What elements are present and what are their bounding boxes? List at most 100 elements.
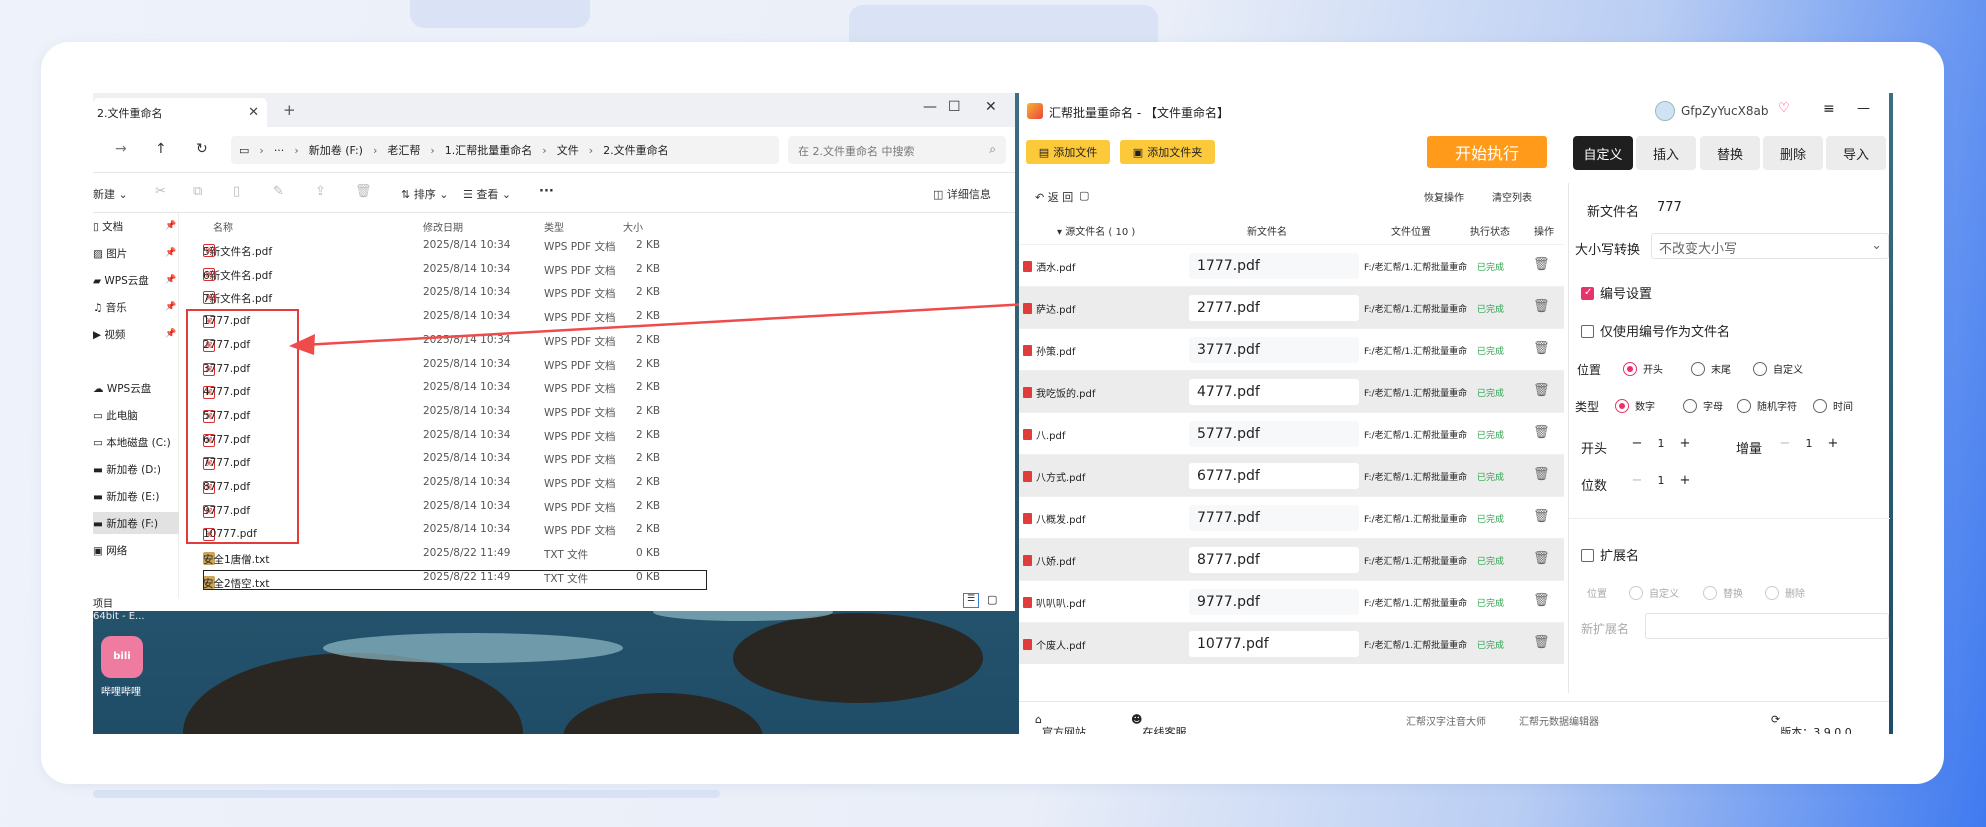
pos-custom-radio[interactable]: 自定义 (1753, 361, 1803, 376)
pinyin-link[interactable]: 汇帮汉字注音大师 (1406, 713, 1486, 728)
tab-delete[interactable]: 删除 (1763, 136, 1823, 170)
ext-delete-radio[interactable]: 删除 (1765, 585, 1805, 600)
ext-pos-label: 位置 (1587, 589, 1607, 600)
ext-label: 扩展名 (1600, 549, 1640, 564)
table-row[interactable]: 八概发.pdf 7777.pdf F:/老汇帮/1.汇帮批量重命 已完成 🗑 (1019, 496, 1564, 538)
new-name-cell[interactable]: 7777.pdf (1189, 505, 1359, 531)
digits-stepper[interactable]: −1 + (1625, 473, 1697, 488)
minimize-icon[interactable]: — (1857, 101, 1870, 116)
trash-icon[interactable]: 🗑 (1533, 341, 1550, 356)
type-letter-radio[interactable]: 字母 (1683, 398, 1723, 413)
service-link[interactable]: ☻ 在线客服 (1131, 713, 1186, 734)
version-text: ⟳ 版本：3.9.0.0 (1771, 713, 1852, 734)
avatar[interactable] (1655, 101, 1675, 121)
trash-icon[interactable]: 🗑 (1533, 509, 1550, 524)
pdf-file-icon (1023, 597, 1032, 608)
back-button[interactable]: ↶ 返 回 (1035, 189, 1073, 205)
trash-icon[interactable]: 🗑 (1533, 635, 1550, 650)
pdf-file-icon (1023, 345, 1032, 356)
trash-icon[interactable]: 🗑 (1533, 257, 1550, 272)
table-row[interactable]: 孙策.pdf 3777.pdf F:/老汇帮/1.汇帮批量重命 已完成 🗑 (1019, 328, 1564, 370)
radio (1629, 586, 1643, 600)
ext-replace-radio[interactable]: 替换 (1703, 585, 1743, 600)
new-name-cell[interactable]: 6777.pdf (1189, 463, 1359, 489)
checkbox (1581, 549, 1594, 562)
tab-replace[interactable]: 替换 (1700, 136, 1760, 170)
inc-stepper[interactable]: −1 + (1773, 436, 1845, 451)
new-name-cell[interactable]: 2777.pdf (1189, 295, 1359, 321)
trash-icon[interactable]: 🗑 (1533, 425, 1550, 440)
tab-insert[interactable]: 插入 (1636, 136, 1696, 170)
table-row[interactable]: 八娇.pdf 8777.pdf F:/老汇帮/1.汇帮批量重命 已完成 🗑 (1019, 538, 1564, 580)
username[interactable]: GfpZyYucX8ab (1681, 104, 1768, 118)
col-status: 执行状态 (1470, 227, 1510, 238)
rename-grid: 洒水.pdf 1777.pdf F:/老汇帮/1.汇帮批量重命 已完成 🗑 萨达.pdf 2… (1019, 244, 1564, 664)
trash-icon[interactable]: 🗑 (1533, 467, 1550, 482)
table-row[interactable]: 个废人.pdf 10777.pdf F:/老汇帮/1.汇帮批量重命 已完成 🗑 (1019, 622, 1564, 664)
table-row[interactable]: 八.pdf 5777.pdf F:/老汇帮/1.汇帮批量重命 已完成 🗑 (1019, 412, 1564, 454)
run-button[interactable]: 开始执行 (1427, 136, 1547, 168)
trash-icon[interactable]: 🗑 (1533, 593, 1550, 608)
table-row[interactable]: 洒水.pdf 1777.pdf F:/老汇帮/1.汇帮批量重命 已完成 🗑 (1019, 244, 1564, 286)
src-name: 八娇.pdf (1036, 557, 1076, 568)
minus-icon[interactable]: − (1625, 436, 1649, 451)
type-random-radio[interactable]: 随机字符 (1737, 398, 1797, 413)
new-name-input[interactable]: 777 (1649, 195, 1889, 221)
plus-icon[interactable]: + (1821, 436, 1845, 451)
tab-custom[interactable]: 自定义 (1573, 136, 1633, 170)
only-number-checkbox[interactable]: 仅使用编号作为文件名 (1581, 321, 1730, 340)
clear-button[interactable]: 清空列表 (1492, 189, 1532, 204)
radio (1703, 586, 1717, 600)
pos-end-radio[interactable]: 末尾 (1691, 361, 1731, 376)
radio-label: 开头 (1643, 365, 1663, 376)
location-cell: F:/老汇帮/1.汇帮批量重命 (1364, 431, 1468, 441)
trash-icon[interactable]: 🗑 (1533, 383, 1550, 398)
radio-label: 时间 (1833, 402, 1853, 413)
add-file-button[interactable]: ▤ 添加文件 (1026, 140, 1110, 164)
menu-icon[interactable]: ≡ (1823, 101, 1835, 117)
new-name-cell[interactable]: 4777.pdf (1189, 379, 1359, 405)
site-link[interactable]: ⌂ 官方网站 (1035, 713, 1086, 734)
numbering-checkbox[interactable]: 编号设置 (1581, 283, 1652, 302)
type-time-radio[interactable]: 时间 (1813, 398, 1853, 413)
pos-start-radio[interactable]: 开头 (1623, 361, 1663, 376)
desktop: 64bit - E... bili 哔哩哔哩 2.文件重命名 ✕ + — ☐ ✕… (93, 93, 1893, 734)
minus-icon[interactable]: − (1625, 473, 1649, 488)
restore-button[interactable]: 恢复操作 (1424, 189, 1464, 204)
inc-label: 增量 (1736, 442, 1763, 457)
ext-custom-radio[interactable]: 自定义 (1629, 585, 1679, 600)
ext-checkbox[interactable]: 扩展名 (1581, 545, 1639, 564)
minus-icon[interactable]: − (1773, 436, 1797, 451)
table-row[interactable]: 我吃饭的.pdf 4777.pdf F:/老汇帮/1.汇帮批量重命 已完成 🗑 (1019, 370, 1564, 412)
status-cell: 已完成 (1477, 473, 1505, 483)
table-row[interactable]: 八方式.pdf 6777.pdf F:/老汇帮/1.汇帮批量重命 已完成 🗑 (1019, 454, 1564, 496)
new-name-cell[interactable]: 9777.pdf (1189, 589, 1359, 615)
col-src[interactable]: ▾ 源文件名 ( 10 ) (1057, 223, 1135, 238)
src-name: 洒水.pdf (1036, 263, 1076, 274)
type-number-radio[interactable]: 数字 (1615, 398, 1655, 413)
app-titlebar: 汇帮批量重命名 - 【文件重命名】 GfpZyYucX8ab ♡ ≡ — ☐ (1019, 93, 1889, 129)
new-name-cell[interactable]: 8777.pdf (1189, 547, 1359, 573)
case-select[interactable]: 不改变大小写 ⌄ (1651, 233, 1889, 259)
trash-icon[interactable]: 🗑 (1533, 551, 1550, 566)
new-name-cell[interactable]: 1777.pdf (1189, 253, 1359, 279)
plus-icon[interactable]: + (1673, 436, 1697, 451)
radio (1753, 362, 1767, 376)
pdf-file-icon (1023, 513, 1032, 524)
new-name-cell[interactable]: 10777.pdf (1189, 631, 1359, 657)
add-folder-button[interactable]: ▣ 添加文件夹 (1120, 140, 1215, 164)
new-name-cell[interactable]: 3777.pdf (1189, 337, 1359, 363)
grid-icon[interactable]: ▢ (1079, 189, 1089, 202)
status-cell: 已完成 (1477, 305, 1505, 315)
tab-import[interactable]: 导入 (1826, 136, 1886, 170)
table-row[interactable]: 萨达.pdf 2777.pdf F:/老汇帮/1.汇帮批量重命 已完成 🗑 (1019, 286, 1564, 328)
meta-link[interactable]: 汇帮元数据编辑器 (1519, 713, 1599, 728)
start-stepper[interactable]: −1 + (1625, 436, 1697, 451)
new-name-cell[interactable]: 5777.pdf (1189, 421, 1359, 447)
plus-icon[interactable]: + (1673, 473, 1697, 488)
trash-icon[interactable]: 🗑 (1533, 299, 1550, 314)
table-row[interactable]: 叭叭叭.pdf 9777.pdf F:/老汇帮/1.汇帮批量重命 已完成 🗑 (1019, 580, 1564, 622)
src-name-cell: 孙策.pdf (1023, 343, 1075, 358)
location-cell: F:/老汇帮/1.汇帮批量重命 (1364, 347, 1468, 357)
new-ext-input[interactable] (1645, 613, 1889, 639)
